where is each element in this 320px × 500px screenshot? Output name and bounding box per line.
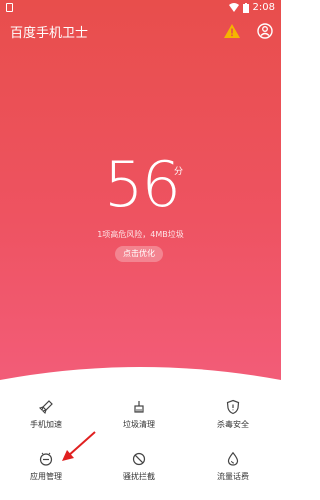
tool-label: 应用管理: [30, 472, 62, 481]
data-drop-icon: [227, 451, 239, 466]
risk-summary: 1项高危风险，4MB垃圾: [97, 230, 184, 239]
block-icon: [132, 452, 146, 466]
score-unit: 分: [174, 167, 184, 177]
user-profile-icon[interactable]: [256, 22, 274, 40]
tools-grid: 手机加速 垃圾清理 杀毒安全 应用管理 骚扰拦截 流量话费: [0, 395, 281, 500]
app-title: 百度手机卫士: [10, 26, 89, 41]
score-panel: 56 分: [0, 150, 281, 220]
tool-junk-clean[interactable]: 垃圾清理: [104, 399, 174, 444]
pointer-arrow-annotation: [62, 431, 96, 461]
tool-label: 骚扰拦截: [123, 472, 155, 481]
tool-label: 垃圾清理: [123, 420, 155, 429]
shield-icon: [226, 399, 240, 415]
tool-harassment-block[interactable]: 骚扰拦截: [104, 451, 174, 496]
rocket-icon: [38, 400, 53, 415]
notification-icon: [6, 3, 13, 12]
warning-icon[interactable]: [223, 22, 241, 40]
tool-antivirus[interactable]: 杀毒安全: [198, 399, 268, 444]
tool-data-billing[interactable]: 流量话费: [198, 451, 268, 496]
tool-label: 手机加速: [30, 420, 62, 429]
app-manager-icon: [39, 452, 53, 466]
status-bar: 2:08: [0, 0, 281, 16]
top-bar: 百度手机卫士: [0, 16, 281, 46]
optimize-button[interactable]: 点击优化: [115, 246, 163, 262]
wifi-icon: [228, 3, 239, 12]
status-time: 2:08: [252, 2, 275, 13]
health-score: 56: [104, 148, 181, 221]
battery-icon: [242, 2, 249, 13]
tool-label: 流量话费: [217, 472, 249, 481]
broom-icon: [134, 401, 144, 413]
tool-label: 杀毒安全: [217, 420, 249, 429]
